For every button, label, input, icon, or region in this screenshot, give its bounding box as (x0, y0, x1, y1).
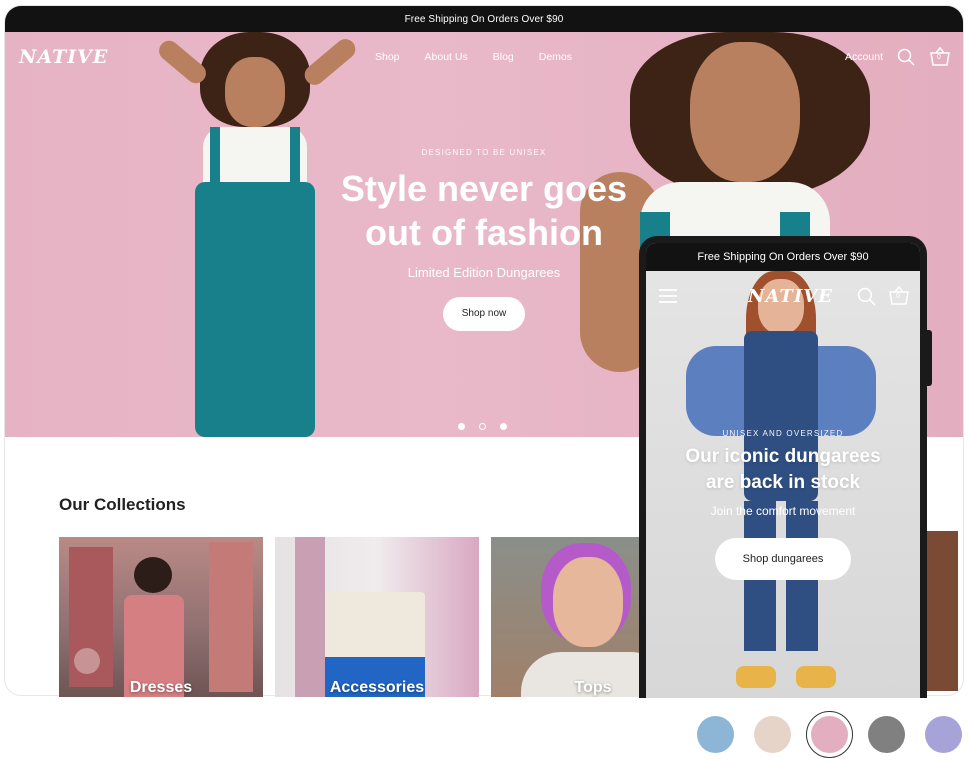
collection-label-dresses: Dresses (129, 679, 193, 696)
slide-dot-3[interactable] (500, 423, 507, 430)
swatch-beige[interactable] (754, 716, 791, 753)
menu-icon[interactable] (658, 288, 678, 304)
mobile-cart-icon[interactable]: 0 (888, 285, 910, 306)
phone-side-button (925, 330, 932, 386)
nav-blog[interactable]: Blog (493, 51, 514, 63)
announcement-text: Free Shipping On Orders Over $90 (404, 13, 564, 25)
swatch-lavender[interactable] (925, 716, 962, 753)
account-link[interactable]: Account (845, 51, 883, 63)
mobile-hero-eyebrow: UNISEX AND OVERSIZED (722, 429, 844, 438)
slideshow-dots (458, 423, 507, 430)
slide-dot-1[interactable] (458, 423, 465, 430)
mobile-logo[interactable]: NATIVE (748, 286, 833, 307)
main-nav: NATIVE Shop About Us Blog Demos Account (5, 32, 963, 82)
logo[interactable]: NATIVE (19, 46, 108, 68)
nav-shop[interactable]: Shop (375, 51, 400, 63)
mobile-hero-copy: UNISEX AND OVERSIZED Our iconic dungaree… (646, 429, 920, 580)
mobile-hero-headline-line-2: are back in stock (705, 472, 861, 493)
nav-demos[interactable]: Demos (539, 51, 572, 63)
cart-icon[interactable]: 0 (929, 46, 951, 67)
swatch-gray[interactable] (868, 716, 905, 753)
collection-card-accessories[interactable]: Accessories (275, 537, 479, 697)
mobile-preview: Free Shipping On Orders Over $90 NATIVE … (639, 236, 927, 698)
collections-title: Our Collections (59, 495, 186, 514)
mobile-hero-headline-line-1: Our iconic dungarees (685, 446, 881, 467)
collections-prev-button[interactable] (74, 648, 100, 674)
mobile-cart-count: 0 (896, 293, 900, 300)
hero-headline-line-2: out of fashion (365, 212, 603, 253)
collections-row: Dresses Accessories Tops (59, 537, 695, 697)
collection-label-accessories: Accessories (329, 679, 425, 696)
mobile-search-icon[interactable] (857, 287, 876, 306)
cart-count: 0 (937, 54, 941, 61)
swatch-blue[interactable] (697, 716, 734, 753)
shop-dungarees-button[interactable]: Shop dungarees (715, 538, 851, 580)
hero-eyebrow: DESIGNED TO BE UNISEX (421, 148, 547, 157)
nav-actions: Account 0 (845, 46, 951, 67)
hero-headline-line-1: Style never goes (340, 168, 628, 209)
mobile-hero: NATIVE 0 UNISEX AND OVERSIZED Our iconic… (646, 271, 920, 698)
slide-dot-2[interactable] (479, 423, 486, 430)
nav-about-us[interactable]: About Us (425, 51, 468, 63)
mobile-nav-actions: 0 (857, 285, 910, 306)
announcement-bar: Free Shipping On Orders Over $90 (5, 6, 963, 32)
theme-color-swatches (697, 711, 962, 758)
mobile-nav: NATIVE 0 (658, 281, 910, 311)
nav-links: Shop About Us Blog Demos (375, 51, 597, 63)
search-icon[interactable] (897, 48, 915, 66)
shop-now-button[interactable]: Shop now (443, 297, 525, 331)
swatch-pink[interactable] (806, 711, 853, 758)
mobile-hero-subline: Join the comfort movement (710, 504, 856, 518)
hero-subline: Limited Edition Dungarees (407, 265, 561, 280)
